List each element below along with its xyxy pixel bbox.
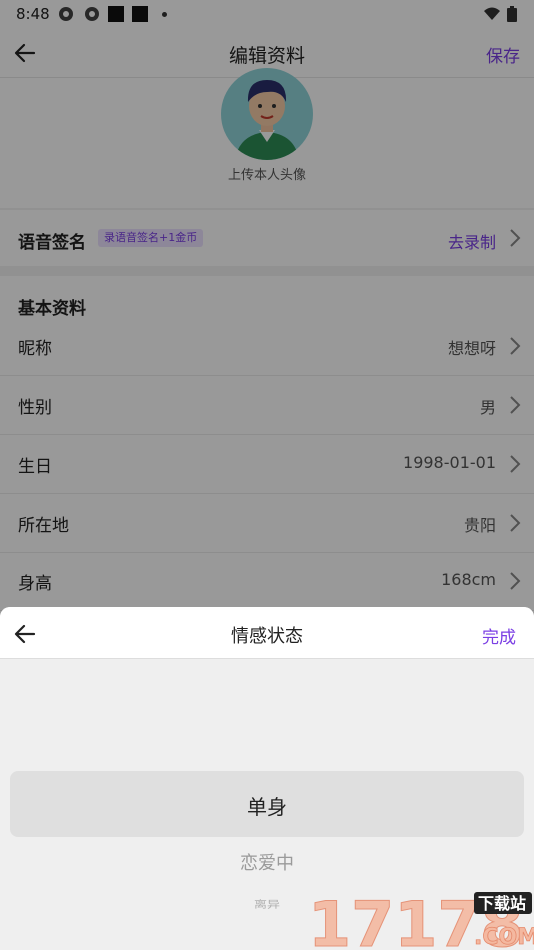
picker-option-selected[interactable]: 单身: [0, 791, 534, 820]
done-button[interactable]: 完成: [482, 623, 516, 648]
svg-text:.COM: .COM: [474, 925, 534, 950]
picker-option[interactable]: 恋爱中: [0, 849, 534, 875]
site-watermark-logo: 17178 下载站 .COM: [308, 888, 534, 950]
svg-text:下载站: 下载站: [478, 894, 526, 913]
sheet-header: 情感状态 完成: [0, 607, 534, 659]
sheet-title: 情感状态: [231, 626, 303, 647]
